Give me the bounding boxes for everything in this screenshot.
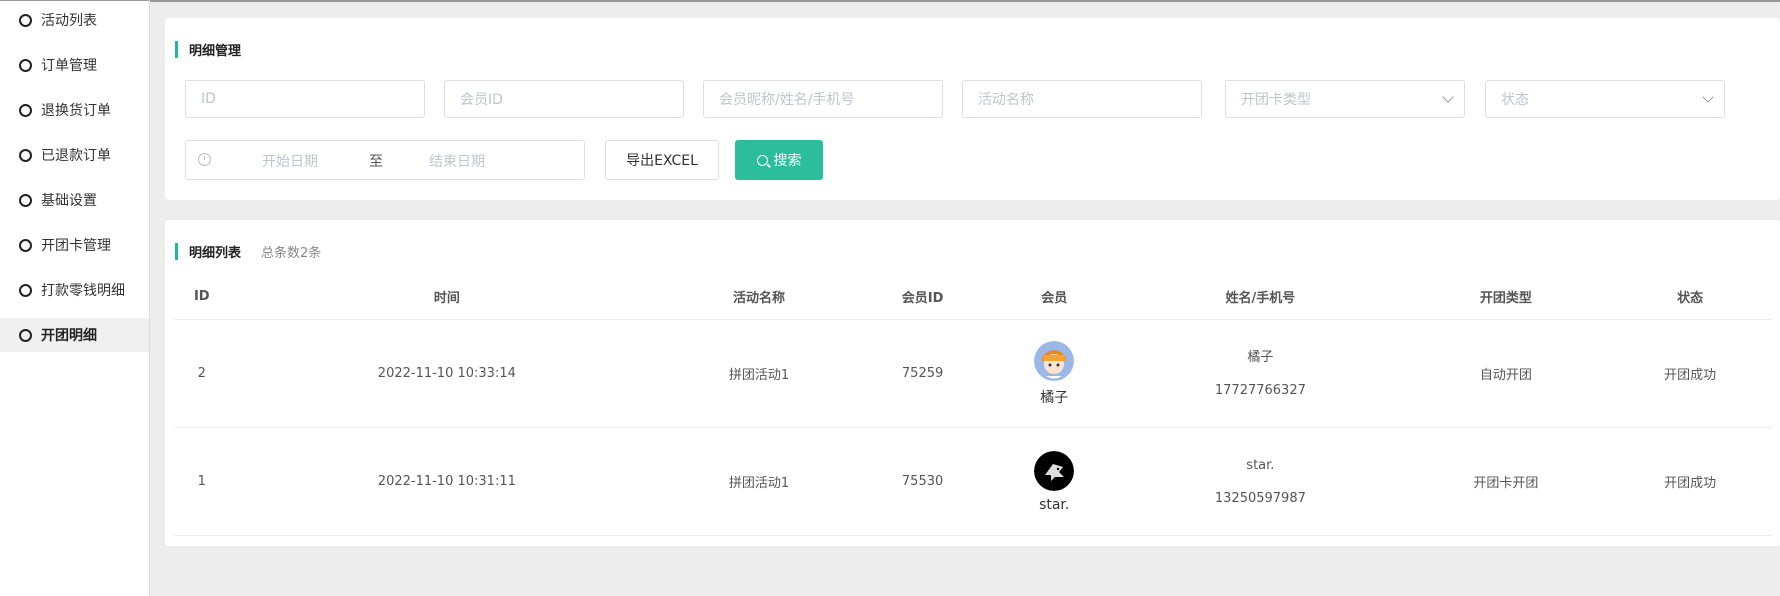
search-icon bbox=[756, 154, 768, 166]
list-card: 明细列表 总条数2条 ID 时间 活动名称 会员ID 会员 姓名/手机号 开团类… bbox=[165, 220, 1780, 546]
filter-title: 明细管理 bbox=[189, 44, 242, 59]
cell-type: 自动开团 bbox=[1403, 319, 1609, 428]
placeholder: 会员昵称/姓名/手机号 bbox=[719, 92, 855, 108]
start-date[interactable]: 开始日期 bbox=[262, 151, 318, 171]
placeholder: 活动名称 bbox=[978, 92, 1034, 108]
name: 橘子 bbox=[1247, 349, 1274, 365]
cell-time: 2022-11-10 10:33:14 bbox=[229, 319, 665, 428]
circle-icon bbox=[19, 193, 32, 207]
member-name: star. bbox=[1039, 496, 1070, 513]
column-header: 会员ID bbox=[853, 273, 992, 320]
sidebar-item-label: 活动列表 bbox=[41, 13, 97, 29]
sidebar-item-label: 基础设置 bbox=[41, 193, 97, 209]
column-header: 会员 bbox=[991, 273, 1118, 320]
cell-id: 2 bbox=[174, 319, 230, 428]
sidebar-item-label: 订单管理 bbox=[41, 58, 97, 74]
search-button[interactable]: 搜索 bbox=[735, 140, 823, 180]
placeholder: 开团卡类型 bbox=[1241, 92, 1311, 108]
cell-member: 橘子 bbox=[991, 319, 1118, 428]
cell-member-id: 75530 bbox=[853, 427, 992, 536]
sidebar-item-returns[interactable]: 退换货订单 bbox=[0, 93, 149, 127]
table-row: 1 2022-11-10 10:31:11 拼团活动1 75530 star. bbox=[174, 427, 1772, 536]
member-id-input[interactable]: 会员ID bbox=[444, 80, 684, 118]
phone: 13250597987 bbox=[1214, 490, 1306, 506]
end-date[interactable]: 结束日期 bbox=[429, 151, 485, 171]
column-header: 时间 bbox=[229, 273, 665, 320]
cell-id: 1 bbox=[174, 427, 230, 536]
details-table: ID 时间 活动名称 会员ID 会员 姓名/手机号 开团类型 状态 2 2022… bbox=[174, 273, 1772, 536]
chevron-down-icon bbox=[1442, 91, 1454, 103]
sidebar: 活动列表 订单管理 退换货订单 已退款订单 基础设置 开团卡管理 打款零钱明细 … bbox=[0, 0, 150, 596]
phone: 17727766327 bbox=[1214, 382, 1306, 398]
activity-name-input[interactable]: 活动名称 bbox=[962, 80, 1202, 118]
accent-bar bbox=[175, 41, 178, 58]
status-select[interactable]: 状态 bbox=[1485, 80, 1725, 118]
circle-icon bbox=[19, 13, 32, 27]
sidebar-top-line bbox=[0, 0, 149, 1]
clock-icon bbox=[198, 153, 211, 166]
list-title: 明细列表 bbox=[189, 246, 242, 261]
cell-status: 开团成功 bbox=[1608, 319, 1772, 428]
column-header: 开团类型 bbox=[1403, 273, 1609, 320]
sidebar-item-basic-settings[interactable]: 基础设置 bbox=[0, 183, 149, 217]
cell-name-phone: star. 13250597987 bbox=[1117, 427, 1404, 536]
export-label: 导出EXCEL bbox=[626, 153, 698, 169]
card-type-select[interactable]: 开团卡类型 bbox=[1225, 80, 1465, 118]
sidebar-item-activity-list[interactable]: 活动列表 bbox=[0, 3, 149, 37]
accent-bar bbox=[175, 243, 178, 260]
circle-icon bbox=[19, 238, 32, 252]
cell-status: 开团成功 bbox=[1608, 427, 1772, 536]
total-count: 总条数2条 bbox=[261, 246, 322, 261]
circle-icon bbox=[19, 283, 32, 297]
sidebar-item-label: 开团卡管理 bbox=[41, 238, 111, 254]
filter-card: 明细管理 ID 会员ID 会员昵称/姓名/手机号 活动名称 开团卡类型 状态 开… bbox=[165, 18, 1780, 200]
member-name-input[interactable]: 会员昵称/姓名/手机号 bbox=[703, 80, 943, 118]
circle-icon bbox=[19, 58, 32, 72]
cell-activity: 拼团活动1 bbox=[664, 427, 854, 536]
search-label: 搜索 bbox=[773, 153, 802, 169]
member: 橘子 bbox=[991, 340, 1117, 407]
sidebar-item-label: 开团明细 bbox=[41, 328, 97, 344]
section-title: 明细管理 bbox=[175, 40, 241, 59]
table-header-row: ID 时间 活动名称 会员ID 会员 姓名/手机号 开团类型 状态 bbox=[174, 273, 1772, 320]
sidebar-item-label: 打款零钱明细 bbox=[41, 283, 125, 299]
placeholder: 状态 bbox=[1501, 92, 1529, 108]
column-header: ID bbox=[174, 273, 230, 320]
name: star. bbox=[1246, 457, 1275, 473]
sidebar-item-label: 退换货订单 bbox=[41, 103, 111, 119]
circle-icon bbox=[19, 103, 32, 117]
placeholder: ID bbox=[201, 91, 216, 107]
cell-type: 开团卡开团 bbox=[1403, 427, 1609, 536]
avatar bbox=[1034, 450, 1075, 491]
date-separator: 至 bbox=[369, 154, 383, 170]
section-title: 明细列表 总条数2条 bbox=[175, 242, 321, 261]
column-header: 姓名/手机号 bbox=[1117, 273, 1404, 320]
sidebar-item-group-card[interactable]: 开团卡管理 bbox=[0, 228, 149, 262]
chevron-down-icon bbox=[1702, 91, 1714, 103]
sidebar-item-payout-details[interactable]: 打款零钱明细 bbox=[0, 273, 149, 307]
cell-member-id: 75259 bbox=[853, 319, 992, 428]
column-header: 状态 bbox=[1608, 273, 1772, 320]
member: star. bbox=[991, 450, 1117, 513]
table-row: 2 2022-11-10 10:33:14 拼团活动1 75259 橘子 橘子 … bbox=[174, 319, 1772, 428]
top-border bbox=[149, 0, 1780, 2]
cell-time: 2022-11-10 10:31:11 bbox=[229, 427, 665, 536]
column-header: 活动名称 bbox=[664, 273, 854, 320]
cell-member: star. bbox=[991, 427, 1118, 536]
placeholder: 会员ID bbox=[460, 92, 503, 108]
avatar bbox=[1034, 340, 1075, 381]
export-excel-button[interactable]: 导出EXCEL bbox=[605, 140, 719, 180]
sidebar-item-label: 已退款订单 bbox=[41, 148, 111, 164]
circle-icon bbox=[19, 328, 32, 342]
circle-icon bbox=[19, 148, 32, 162]
id-input[interactable]: ID bbox=[185, 80, 425, 118]
cell-activity: 拼团活动1 bbox=[664, 319, 854, 428]
sidebar-item-refunded[interactable]: 已退款订单 bbox=[0, 138, 149, 172]
member-name: 橘子 bbox=[1040, 389, 1069, 406]
cell-name-phone: 橘子 17727766327 bbox=[1117, 319, 1404, 428]
sidebar-item-orders[interactable]: 订单管理 bbox=[0, 48, 149, 82]
sidebar-item-group-details[interactable]: 开团明细 bbox=[0, 318, 149, 352]
date-range-picker[interactable]: 开始日期 至 结束日期 bbox=[185, 140, 585, 180]
